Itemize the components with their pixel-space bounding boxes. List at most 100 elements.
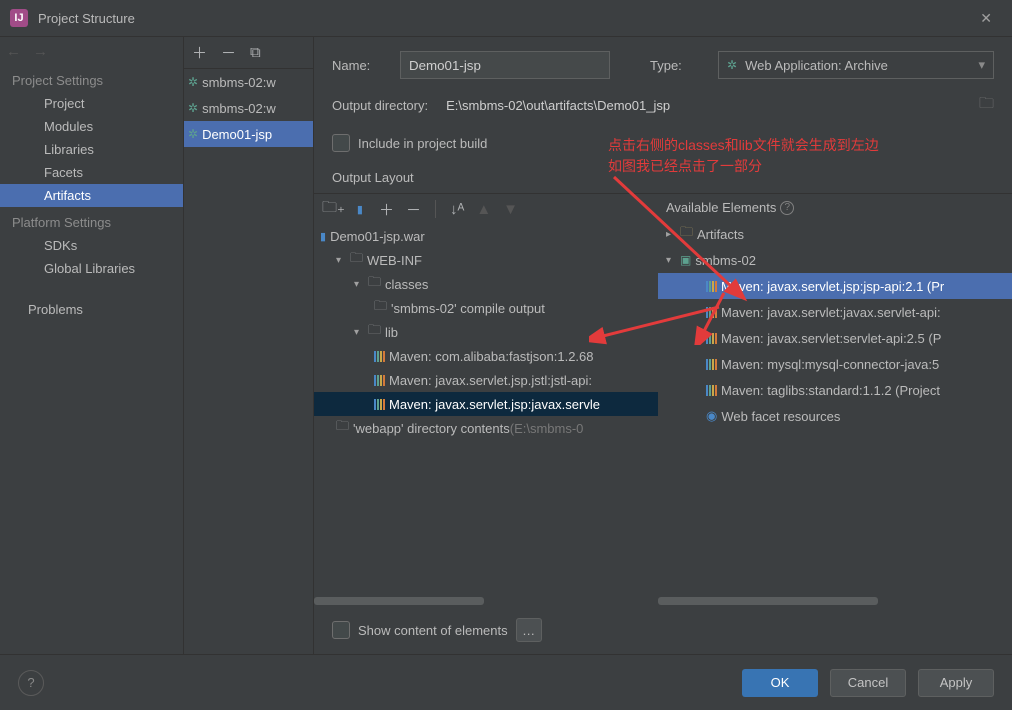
available-tree-scrollbar[interactable]: [658, 596, 1012, 606]
tree-label: WEB-INF: [367, 253, 422, 268]
output-dir-label: Output directory:: [332, 98, 428, 113]
artifact-row[interactable]: ✲Demo01-jsp: [184, 121, 313, 147]
add-copy-icon[interactable]: ＋: [379, 199, 394, 220]
library-icon: [374, 351, 385, 362]
browse-folder-icon[interactable]: 🗀: [979, 93, 994, 118]
available-elements-pane: Available Elements ? ▸🗀Artifacts ▾▣smbms…: [658, 194, 1012, 606]
chevron-down-icon: ▾: [666, 255, 680, 266]
tree-webapp-dir[interactable]: 🗀 'webapp' directory contents (E:\smbms-0: [314, 416, 658, 440]
new-archive-icon[interactable]: ▮: [357, 203, 363, 216]
content-panel: Name: Type: ✲ Web Application: Archive ▾…: [314, 37, 1012, 654]
move-up-icon[interactable]: ▲: [476, 201, 491, 218]
remove-icon[interactable]: －: [221, 42, 236, 63]
tree-label: Maven: mysql:mysql-connector-java:5: [721, 357, 939, 372]
tree-lib-item[interactable]: Maven: com.alibaba:fastjson:1.2.68: [314, 344, 658, 368]
tree-label: smbms-02: [695, 253, 756, 268]
name-input[interactable]: [400, 51, 610, 79]
artifact-column: ＋ － ⧉ ✲smbms-02:w ✲smbms-02:w ✲Demo01-js…: [184, 37, 314, 654]
library-icon: [374, 399, 385, 410]
chevron-down-icon: ▾: [354, 327, 368, 338]
type-combobox[interactable]: ✲ Web Application: Archive ▾: [718, 51, 994, 79]
artifact-row[interactable]: ✲ smbms-02:w: [184, 95, 313, 121]
sidebar-item-artifacts[interactable]: Artifacts: [0, 184, 183, 207]
output-layout-pane: 🗀₊ ▮ ＋ － ↓ᴬ ▲ ▼ ▮Demo01-jsp.war ▾🗀WEB-IN…: [314, 194, 658, 606]
tree-lib[interactable]: ▾🗀lib: [314, 320, 658, 344]
folder-icon: 🗀: [680, 223, 693, 245]
close-icon[interactable]: ✕: [970, 4, 1002, 33]
avail-artifacts[interactable]: ▸🗀 Artifacts: [658, 221, 1012, 247]
tree-label: Maven: taglibs:standard:1.1.2 (Project: [721, 383, 940, 398]
chevron-down-icon: ▾: [336, 255, 350, 266]
module-icon: ▣: [680, 253, 691, 267]
tree-label: Maven: javax.servlet.jsp:jsp-api:2.1 (Pr: [721, 279, 944, 294]
artifact-row[interactable]: ✲smbms-02:w: [184, 69, 313, 95]
tree-root-war[interactable]: ▮ Demo01-jsp.war: [314, 224, 658, 248]
tree-compile-output[interactable]: 🗀'smbms-02' compile output: [314, 296, 658, 320]
library-icon: [706, 385, 717, 396]
artifact-label: smbms-02:w: [202, 101, 276, 116]
avail-lib-item[interactable]: Maven: javax.servlet.jsp:jsp-api:2.1 (Pr: [658, 273, 1012, 299]
type-value: Web Application: Archive: [745, 58, 888, 73]
ellipsis-button[interactable]: …: [516, 618, 542, 642]
output-tree-scrollbar[interactable]: [314, 596, 658, 606]
section-project-settings: Project Settings: [0, 65, 183, 92]
chevron-right-icon: ▸: [666, 229, 680, 240]
copy-icon[interactable]: ⧉: [250, 44, 261, 61]
avail-lib-item[interactable]: Maven: javax.servlet:javax.servlet-api:: [658, 299, 1012, 325]
tree-lib-item[interactable]: Maven: javax.servlet.jsp:javax.servle: [314, 392, 658, 416]
show-content-checkbox[interactable]: [332, 621, 350, 639]
folder-icon: 🗀: [350, 249, 363, 271]
help-button[interactable]: ?: [18, 670, 44, 696]
chevron-down-icon: ▾: [978, 57, 985, 73]
tree-label: Maven: javax.servlet:servlet-api:2.5 (P: [721, 331, 941, 346]
type-label: Type:: [650, 58, 700, 73]
sidebar-item-global-libraries[interactable]: Global Libraries: [0, 257, 183, 280]
module-output-icon: 🗀: [374, 297, 387, 319]
folder-icon: 🗀: [336, 417, 349, 439]
sidebar-item-facets[interactable]: Facets: [0, 161, 183, 184]
tree-webinf[interactable]: ▾🗀 WEB-INF: [314, 248, 658, 272]
artifact-toolbar: ＋ － ⧉: [184, 37, 313, 69]
new-folder-icon[interactable]: 🗀₊: [322, 197, 345, 222]
avail-module[interactable]: ▾▣ smbms-02: [658, 247, 1012, 273]
tree-label: Demo01-jsp.war: [330, 229, 425, 244]
gear-icon: ✲: [727, 58, 737, 72]
include-build-label: Include in project build: [358, 136, 487, 151]
tree-label-suffix: (E:\smbms-0: [510, 421, 584, 436]
sidebar-item-sdks[interactable]: SDKs: [0, 234, 183, 257]
help-icon[interactable]: ?: [780, 201, 794, 215]
include-build-checkbox[interactable]: [332, 134, 350, 152]
window-title: Project Structure: [38, 11, 970, 26]
add-icon[interactable]: ＋: [192, 42, 207, 63]
avail-lib-item[interactable]: Maven: mysql:mysql-connector-java:5: [658, 351, 1012, 377]
archive-icon: ▮: [320, 230, 326, 243]
tree-label: Artifacts: [697, 227, 744, 242]
tree-lib-item[interactable]: Maven: javax.servlet.jsp.jstl:jstl-api:: [314, 368, 658, 392]
ok-button[interactable]: OK: [742, 669, 818, 697]
nav-back-icon[interactable]: ←: [6, 43, 21, 60]
tree-label: 'webapp' directory contents: [353, 421, 510, 436]
sort-icon[interactable]: ↓ᴬ: [450, 201, 464, 218]
nav-forward-icon[interactable]: →: [33, 43, 48, 60]
avail-lib-item[interactable]: Maven: javax.servlet:servlet-api:2.5 (P: [658, 325, 1012, 351]
sidebar-item-libraries[interactable]: Libraries: [0, 138, 183, 161]
sidebar-item-problems[interactable]: Problems: [0, 298, 183, 321]
available-tree: ▸🗀 Artifacts ▾▣ smbms-02 Maven: javax.serv…: [658, 221, 1012, 596]
move-down-icon[interactable]: ▼: [503, 201, 518, 218]
avail-lib-item[interactable]: Maven: taglibs:standard:1.1.2 (Project: [658, 377, 1012, 403]
tree-label: classes: [385, 277, 428, 292]
gear-icon: ✲: [188, 101, 198, 115]
nav-toolbar: ← →: [0, 37, 183, 65]
apply-button[interactable]: Apply: [918, 669, 994, 697]
output-dir-value: E:\smbms-02\out\artifacts\Demo01_jsp: [446, 98, 961, 113]
avail-web-facet[interactable]: ◉Web facet resources: [658, 403, 1012, 429]
output-layout-toolbar: 🗀₊ ▮ ＋ － ↓ᴬ ▲ ▼: [314, 194, 658, 224]
sidebar-item-project[interactable]: Project: [0, 92, 183, 115]
cancel-button[interactable]: Cancel: [830, 669, 906, 697]
name-label: Name:: [332, 58, 382, 73]
show-content-label: Show content of elements: [358, 623, 508, 638]
app-icon: IJ: [10, 9, 28, 27]
sidebar-item-modules[interactable]: Modules: [0, 115, 183, 138]
remove-entry-icon[interactable]: －: [406, 199, 421, 220]
tree-classes[interactable]: ▾🗀classes: [314, 272, 658, 296]
